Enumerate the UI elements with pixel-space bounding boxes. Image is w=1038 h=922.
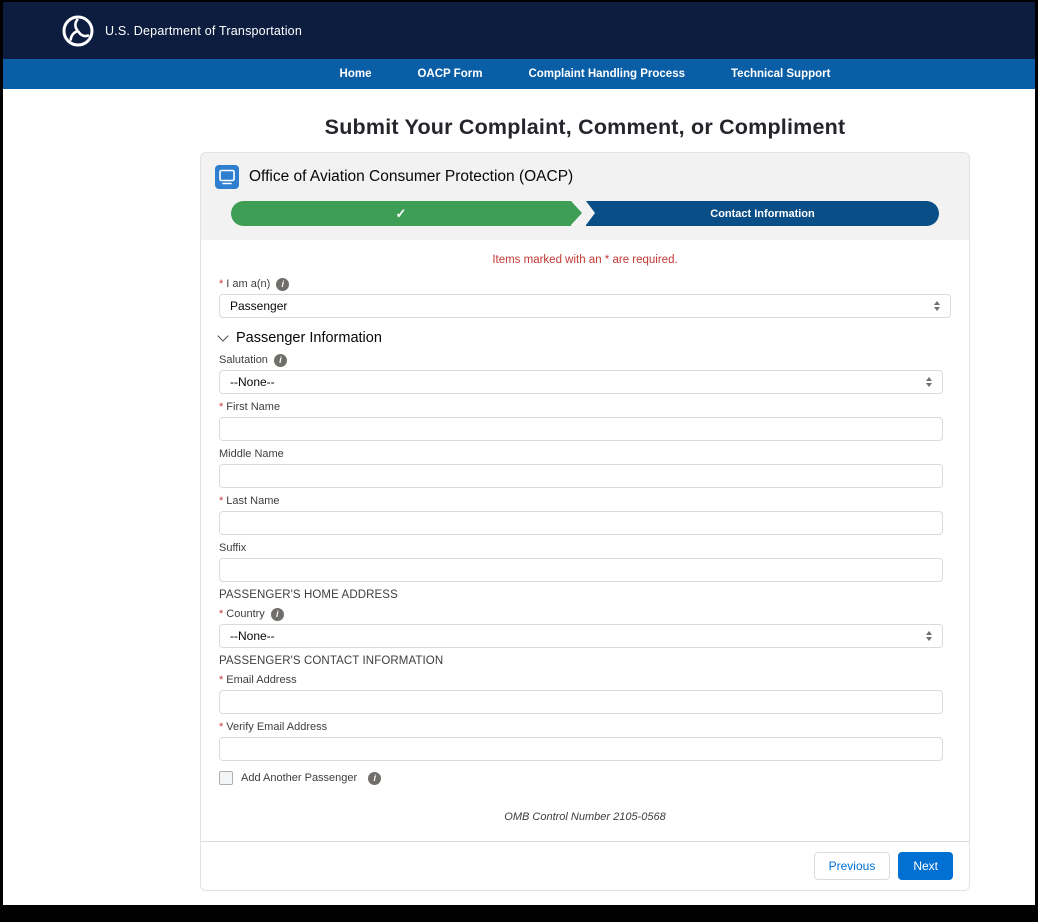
middle-name-label: Middle Name	[219, 448, 943, 461]
middle-name-input[interactable]	[219, 464, 943, 488]
dot-brand: U.S. Department of Transportation	[61, 14, 302, 48]
i-am-an-select-value: Passenger	[230, 299, 287, 313]
agency-name: U.S. Department of Transportation	[105, 24, 302, 38]
check-icon: ✓	[396, 206, 407, 222]
field-first-name: * First Name	[219, 401, 943, 441]
add-another-passenger-row: Add Another Passenger i	[219, 771, 943, 785]
add-another-passenger-label: Add Another Passenger	[241, 772, 357, 784]
country-select-value: --None--	[230, 629, 275, 643]
oacp-form-card: Office of Aviation Consumer Protection (…	[200, 152, 970, 891]
form-body: Items marked with an * are required. * I…	[201, 254, 969, 823]
suffix-input[interactable]	[219, 558, 943, 582]
nav-oacp-form[interactable]: OACP Form	[417, 68, 482, 80]
required-asterisk: *	[219, 495, 223, 508]
stepper-down-arrow	[926, 637, 932, 641]
required-note: Items marked with an * are required.	[219, 254, 951, 266]
progress-step-complete: ✓	[231, 201, 571, 226]
salutation-select-value: --None--	[230, 375, 275, 389]
required-asterisk: *	[219, 278, 223, 291]
nav-technical-support[interactable]: Technical Support	[731, 68, 830, 80]
field-salutation: Salutation i --None--	[219, 354, 943, 394]
email-input[interactable]	[219, 690, 943, 714]
email-label: * Email Address	[219, 674, 943, 687]
card-header-row: Office of Aviation Consumer Protection (…	[215, 165, 955, 189]
field-i-am-an: * I am a(n) i Passenger	[219, 278, 951, 318]
salutation-label: Salutation i	[219, 354, 943, 367]
stepper-icon	[926, 377, 932, 387]
card-footer: Previous Next	[201, 841, 969, 890]
suffix-label: Suffix	[219, 542, 943, 555]
card-title: Office of Aviation Consumer Protection (…	[249, 168, 573, 186]
last-name-label: * Last Name	[219, 495, 943, 508]
progress-bar: ✓ Contact Information	[231, 201, 939, 226]
page-title: Submit Your Complaint, Comment, or Compl…	[200, 114, 970, 141]
first-name-input[interactable]	[219, 417, 943, 441]
main-nav: Home OACP Form Complaint Handling Proces…	[3, 59, 1035, 89]
passenger-information-body: Salutation i --None-- *	[219, 354, 951, 785]
stepper-up-arrow	[926, 631, 932, 635]
stepper-icon	[934, 301, 940, 311]
first-name-label: * First Name	[219, 401, 943, 414]
main-content: Submit Your Complaint, Comment, or Compl…	[200, 89, 970, 891]
email-label-text: Email Address	[226, 674, 296, 687]
i-am-an-select[interactable]: Passenger	[219, 294, 951, 318]
dot-logo	[61, 14, 95, 48]
stepper-up-arrow	[934, 301, 940, 305]
previous-button[interactable]: Previous	[814, 852, 891, 880]
suffix-label-text: Suffix	[219, 542, 246, 555]
nav-complaint-handling-process[interactable]: Complaint Handling Process	[528, 68, 685, 80]
field-middle-name: Middle Name	[219, 448, 943, 488]
i-am-an-label-text: I am a(n)	[226, 278, 270, 291]
oacp-app-icon	[215, 165, 239, 189]
chevron-down-icon	[217, 330, 228, 341]
required-asterisk: *	[219, 721, 223, 734]
card-header: Office of Aviation Consumer Protection (…	[201, 153, 969, 240]
info-icon[interactable]: i	[274, 354, 287, 367]
contact-information-heading: PASSENGER'S CONTACT INFORMATION	[219, 655, 943, 667]
last-name-input[interactable]	[219, 511, 943, 535]
country-label: * Country i	[219, 608, 943, 621]
salutation-label-text: Salutation	[219, 354, 268, 367]
add-another-passenger-checkbox[interactable]	[219, 771, 233, 785]
field-last-name: * Last Name	[219, 495, 943, 535]
next-button[interactable]: Next	[898, 852, 953, 880]
first-name-label-text: First Name	[226, 401, 280, 414]
required-asterisk: *	[219, 608, 223, 621]
nav-links: Home OACP Form Complaint Handling Proces…	[200, 59, 970, 89]
country-select[interactable]: --None--	[219, 624, 943, 648]
salutation-select[interactable]: --None--	[219, 370, 943, 394]
stepper-down-arrow	[934, 307, 940, 311]
dot-header: U.S. Department of Transportation	[3, 2, 1035, 59]
middle-name-label-text: Middle Name	[219, 448, 284, 461]
progress-step-label: Contact Information	[710, 208, 815, 220]
country-label-text: Country	[226, 608, 265, 621]
passenger-information-section-toggle[interactable]: Passenger Information	[219, 330, 951, 346]
info-icon[interactable]: i	[271, 608, 284, 621]
verify-email-input[interactable]	[219, 737, 943, 761]
stepper-down-arrow	[926, 383, 932, 387]
verify-email-label: * Verify Email Address	[219, 721, 943, 734]
info-icon[interactable]: i	[276, 278, 289, 291]
omb-control-number: OMB Control Number 2105-0568	[219, 811, 951, 823]
last-name-label-text: Last Name	[226, 495, 279, 508]
info-icon[interactable]: i	[368, 772, 381, 785]
verify-email-label-text: Verify Email Address	[226, 721, 327, 734]
field-verify-email-address: * Verify Email Address	[219, 721, 943, 761]
stepper-icon	[926, 631, 932, 641]
field-suffix: Suffix	[219, 542, 943, 582]
passenger-information-title: Passenger Information	[236, 330, 382, 346]
nav-home[interactable]: Home	[340, 68, 372, 80]
field-email-address: * Email Address	[219, 674, 943, 714]
field-country: * Country i --None--	[219, 608, 943, 648]
required-asterisk: *	[219, 674, 223, 687]
required-asterisk: *	[219, 401, 223, 414]
stepper-up-arrow	[926, 377, 932, 381]
home-address-heading: PASSENGER'S HOME ADDRESS	[219, 589, 943, 601]
progress-step-contact-information: Contact Information	[586, 201, 939, 226]
i-am-an-label: * I am a(n) i	[219, 278, 951, 291]
